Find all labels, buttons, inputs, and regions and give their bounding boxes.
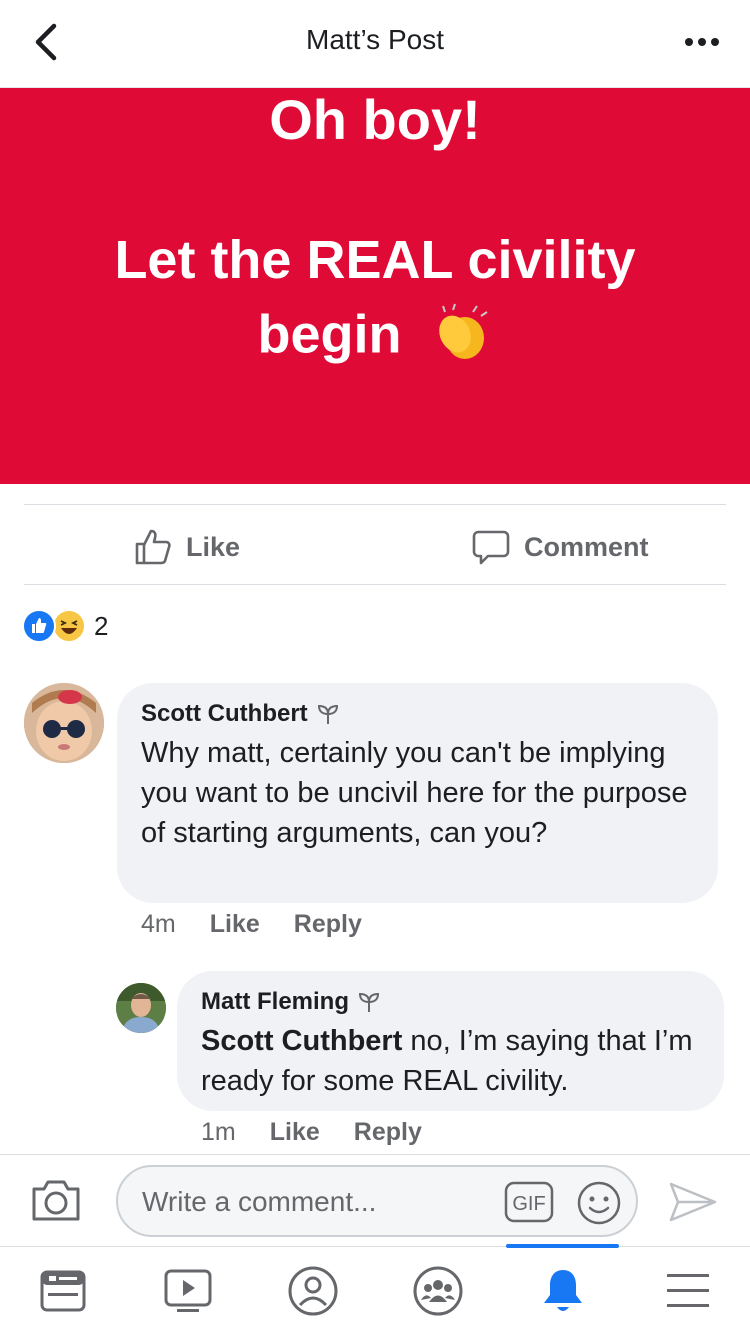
groups-icon xyxy=(413,1266,462,1316)
comment-input-placeholder: Write a comment... xyxy=(142,1186,377,1217)
more-options-icon[interactable] xyxy=(682,24,722,60)
post-line-2: Let the REAL civility xyxy=(114,230,636,290)
post-line-3-text: begin xyxy=(257,304,402,365)
comment-button[interactable]: Comment xyxy=(472,527,649,567)
emoji-icon[interactable] xyxy=(576,1180,622,1231)
comment-bubble[interactable]: Scott Cuthbert Why matt, certainly you c… xyxy=(117,683,718,903)
camera-icon[interactable] xyxy=(30,1177,82,1228)
bottom-tab-bar xyxy=(0,1244,750,1334)
new-member-sprout-icon xyxy=(358,992,380,1012)
comment-author-name: Scott Cuthbert xyxy=(141,700,308,727)
avatar[interactable] xyxy=(116,983,166,1033)
post-text-banner: Oh boy! Let the REAL civility begin xyxy=(0,88,750,484)
tab-notifications[interactable] xyxy=(500,1244,625,1334)
comment-author-name: Matt Fleming xyxy=(201,988,349,1015)
like-button-label: Like xyxy=(186,531,241,562)
news-feed-icon xyxy=(40,1270,85,1312)
comment-reply-button[interactable]: Reply xyxy=(294,910,362,939)
comment-text: Scott Cuthbert no, I’m saying that I’m r… xyxy=(201,1021,700,1101)
tab-groups[interactable] xyxy=(375,1247,500,1334)
top-bar: Matt’s Post xyxy=(0,0,750,88)
comment-reply-button[interactable]: Reply xyxy=(354,1118,422,1147)
comment-author[interactable]: Matt Fleming xyxy=(201,987,700,1017)
comment-like-button[interactable]: Like xyxy=(270,1118,320,1147)
haha-reaction-icon xyxy=(52,609,86,643)
comment-meta: 1m Like Reply xyxy=(201,1116,422,1148)
comment-composer: Write a comment... GIF xyxy=(0,1154,750,1246)
post-line-1: Oh boy! xyxy=(269,88,481,151)
gif-button[interactable]: GIF xyxy=(504,1181,554,1228)
profile-icon xyxy=(288,1266,337,1316)
comment-like-button[interactable]: Like xyxy=(210,910,260,939)
comment-meta: 4m Like Reply xyxy=(141,908,362,940)
send-icon[interactable] xyxy=(668,1181,718,1228)
comment-timestamp: 1m xyxy=(201,1117,236,1146)
comment-timestamp: 4m xyxy=(141,909,176,938)
reaction-count: 2 xyxy=(94,610,109,641)
thumbs-up-icon xyxy=(135,529,171,565)
tab-news-feed[interactable] xyxy=(0,1247,125,1334)
avatar[interactable] xyxy=(24,683,104,763)
menu-icon xyxy=(666,1274,709,1307)
page-title: Matt’s Post xyxy=(306,24,444,55)
notifications-icon xyxy=(543,1270,582,1311)
comment-text: Why matt, certainly you can't be implyin… xyxy=(141,737,688,849)
tab-menu[interactable] xyxy=(625,1247,750,1334)
post-line-3: begin xyxy=(0,302,750,374)
comment-mention[interactable]: Scott Cuthbert xyxy=(201,1025,402,1057)
like-reaction-icon xyxy=(22,609,56,643)
svg-text:GIF: GIF xyxy=(512,1193,545,1215)
tab-profile[interactable] xyxy=(250,1247,375,1334)
comment-bubble-icon xyxy=(472,530,510,565)
clapping-hands-icon xyxy=(431,302,493,374)
like-button[interactable]: Like xyxy=(134,527,240,567)
watch-icon xyxy=(164,1269,211,1312)
reactions-summary[interactable]: 2 xyxy=(22,608,108,644)
new-member-sprout-icon xyxy=(317,704,338,724)
post-action-bar: Like Comment xyxy=(24,504,726,585)
comment-author[interactable]: Scott Cuthbert xyxy=(141,699,694,729)
tab-watch[interactable] xyxy=(125,1247,250,1334)
comment-input[interactable]: Write a comment... GIF xyxy=(116,1165,638,1237)
comment-button-label: Comment xyxy=(524,531,649,562)
comment-bubble[interactable]: Matt Fleming Scott Cuthbert no, I’m sayi… xyxy=(177,971,724,1111)
